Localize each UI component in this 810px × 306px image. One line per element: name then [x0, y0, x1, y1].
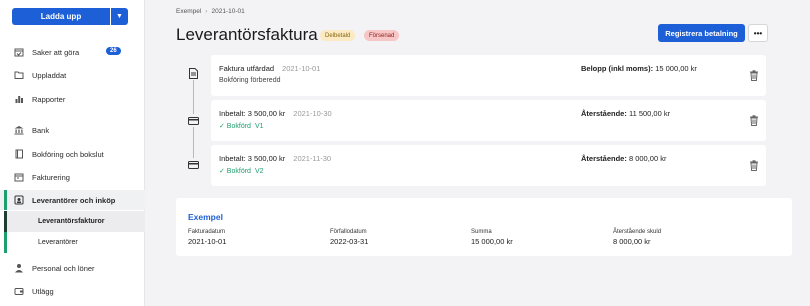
upload-button[interactable]: Ladda upp — [12, 8, 110, 25]
event-amount-label: Belopp (inkl moms): — [581, 64, 654, 73]
sidebar-item-label: Rapporter — [32, 94, 66, 104]
booked-status: ✓ Bokförd — [219, 168, 251, 175]
bank-icon — [14, 125, 24, 135]
sidebar-item-todo[interactable]: Saker att göra 26 — [0, 42, 145, 62]
event-date: 2021-11-30 — [293, 154, 332, 163]
sidebar-subitem-suppliers[interactable]: Leverantörer — [4, 232, 145, 253]
event-title: Inbetalt: 3 500,00 kr 2021-10-30 — [219, 109, 332, 118]
person-icon — [14, 263, 24, 273]
sidebar-item-label: Bank — [32, 125, 50, 135]
timeline-event-payment: Inbetalt: 3 500,00 kr 2021-10-30 ✓ Bokför… — [211, 100, 766, 141]
sidebar-item-uploaded[interactable]: Uppladdat — [0, 65, 145, 85]
field-label: Återstående skuld — [613, 229, 662, 235]
field-value: 15 000,00 kr — [471, 237, 513, 246]
book-icon — [14, 149, 24, 159]
sidebar-item-bank[interactable]: Bank — [0, 120, 145, 140]
upload-split-button: Ladda upp ▼ — [12, 8, 128, 25]
voucher-link[interactable]: V1 — [255, 123, 264, 130]
invoice-icon — [14, 172, 24, 182]
event-remaining-label: Återstående: — [581, 154, 627, 163]
status-badge-overdue: Försenad — [364, 30, 400, 41]
event-amount: Belopp (inkl moms): 15 000,00 kr — [581, 64, 697, 73]
sidebar-subitem-label: Leverantörer — [38, 239, 78, 246]
wallet-icon — [14, 286, 24, 296]
event-subtitle: Bokföring förberedd — [219, 77, 281, 84]
invoice-date-field: Fakturadatum 2021-10-01 — [188, 229, 226, 246]
due-date-field: Förfallodatum 2022-03-31 — [330, 229, 368, 246]
field-value: 2021-10-01 — [188, 237, 227, 246]
total-field: Summa 15 000,00 kr — [471, 229, 513, 246]
sidebar-item-label: Fakturering — [32, 172, 70, 182]
bar-chart-icon — [14, 94, 24, 104]
breadcrumb-current: 2021-10-01 — [211, 8, 245, 15]
folder-icon — [14, 70, 24, 80]
register-payment-button[interactable]: Registrera betalning — [658, 24, 745, 42]
event-title: Inbetalt: 3 500,00 kr 2021-11-30 — [219, 154, 331, 163]
sidebar-item-suppliers-purchases[interactable]: Leverantörer och inköp — [0, 190, 145, 210]
supplier-icon — [14, 195, 24, 205]
sidebar-item-staff-salaries[interactable]: Personal och löner — [0, 258, 145, 278]
sidebar-item-label: Bokföring och bokslut — [32, 149, 104, 159]
event-remaining: Återstående: 11 500,00 kr — [581, 109, 670, 118]
sidebar-item-label: Saker att göra — [32, 47, 80, 57]
remaining-debt-field: Återstående skuld 8 000,00 kr — [613, 229, 661, 246]
trash-icon[interactable] — [749, 70, 759, 81]
voucher-link[interactable]: V2 — [255, 168, 264, 175]
sidebar-item-label: Utlägg — [32, 286, 54, 296]
event-status: ✓ Bokförd V2 — [219, 167, 264, 175]
field-label: Fakturadatum — [188, 229, 226, 235]
upload-dropdown-button[interactable]: ▼ — [111, 8, 128, 25]
field-value: 2022-03-31 — [330, 237, 369, 246]
credit-card-icon — [187, 114, 200, 127]
sidebar-item-label: Uppladdat — [32, 70, 67, 80]
more-dots-icon: ••• — [753, 28, 763, 38]
sidebar: Ladda upp ▼ Saker att göra 26 Uppladdat … — [0, 0, 145, 306]
event-title-text: Inbetalt: 3 500,00 kr — [219, 154, 286, 163]
event-remaining-value: 8 000,00 kr — [628, 154, 667, 163]
field-label: Förfallodatum — [330, 229, 367, 235]
event-amount-value: 15 000,00 kr — [655, 64, 697, 73]
supplier-name-link[interactable]: Exempel — [188, 212, 223, 222]
sidebar-item-label: Leverantörer och inköp — [32, 195, 116, 205]
trash-icon[interactable] — [749, 160, 759, 171]
sidebar-item-expenses[interactable]: Utlägg — [0, 281, 145, 301]
status-badge-partially-paid: Delbetald — [320, 30, 356, 41]
todo-count-badge: 26 — [106, 47, 121, 55]
field-label: Summa — [471, 229, 492, 235]
breadcrumb: Exempel › 2021-10-01 — [176, 8, 245, 15]
event-date: 2021-10-01 — [282, 64, 321, 73]
booked-status: ✓ Bokförd — [219, 123, 251, 130]
event-date: 2021-10-30 — [293, 109, 332, 118]
sidebar-item-label: Personal och löner — [32, 263, 95, 273]
event-title-text: Faktura utfärdad — [219, 64, 275, 73]
timeline-event-payment: Inbetalt: 3 500,00 kr 2021-11-30 ✓ Bokför… — [211, 145, 766, 186]
breadcrumb-root-link[interactable]: Exempel — [176, 8, 201, 15]
event-remaining-label: Återstående: — [581, 109, 627, 118]
event-remaining-value: 11 500,00 kr — [628, 109, 671, 118]
document-icon — [187, 67, 200, 80]
chevron-down-icon: ▼ — [116, 13, 123, 20]
credit-card-icon — [187, 158, 200, 171]
field-value: 8 000,00 kr — [613, 237, 651, 246]
more-options-button[interactable]: ••• — [748, 24, 768, 42]
timeline-event-invoice-issued: Faktura utfärdad 2021-10-01 Bokföring för… — [211, 55, 766, 96]
event-title-text: Inbetalt: 3 500,00 kr — [219, 109, 286, 118]
sidebar-subitem-label: Leverantörsfakturor — [38, 218, 105, 225]
invoice-details-card: Exempel Fakturadatum 2021-10-01 Förfallo… — [176, 198, 792, 256]
event-status: ✓ Bokförd V1 — [219, 122, 264, 130]
event-remaining: Återstående: 8 000,00 kr — [581, 154, 666, 163]
page-title: Leverantörsfaktura — [176, 25, 318, 44]
sidebar-item-invoicing[interactable]: Fakturering — [0, 167, 145, 187]
sidebar-subitem-supplier-invoices[interactable]: Leverantörsfakturor — [4, 211, 145, 232]
breadcrumb-separator: › — [205, 8, 208, 15]
event-title: Faktura utfärdad 2021-10-01 — [219, 64, 320, 73]
sidebar-item-bookkeeping[interactable]: Bokföring och bokslut — [0, 144, 145, 164]
calendar-check-icon — [14, 47, 24, 57]
sidebar-item-reports[interactable]: Rapporter — [0, 89, 145, 109]
trash-icon[interactable] — [749, 115, 759, 126]
